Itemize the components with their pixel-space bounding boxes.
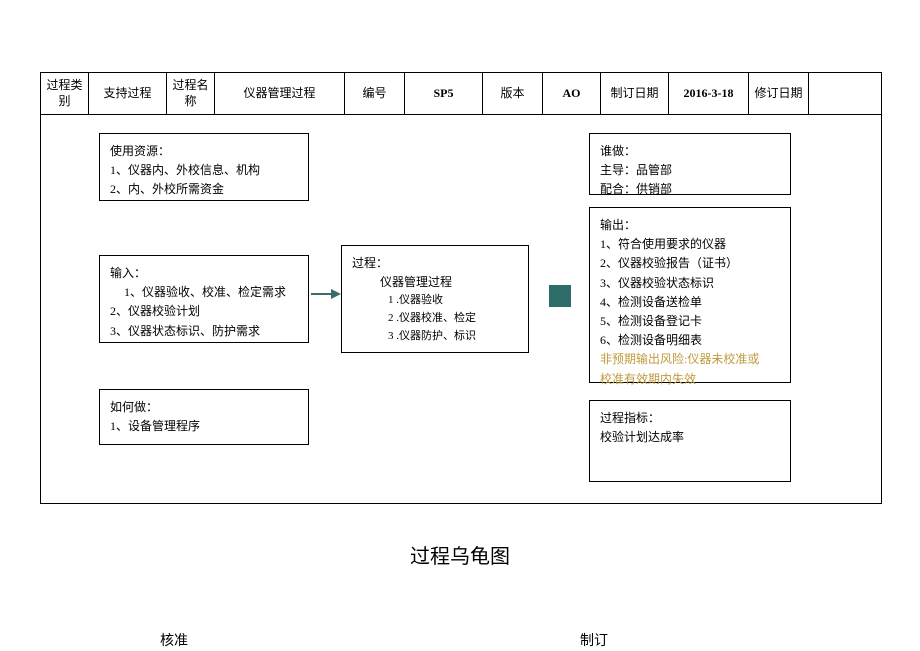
hdr-name-value: 仪器管理过程: [215, 73, 345, 114]
output-l3: 3、仪器校验状态标识: [600, 274, 780, 293]
kpi-l1: 校验计划达成率: [600, 428, 780, 447]
input-title: 输入：: [110, 264, 298, 283]
hdr-date-label: 制订日期: [601, 73, 669, 114]
box-how: 如何做： 1、设备管理程序: [99, 389, 309, 445]
resources-title: 使用资源：: [110, 142, 298, 161]
who-l2: 配合：供销部: [600, 180, 780, 199]
box-kpi: 过程指标： 校验计划达成率: [589, 400, 791, 482]
hdr-rev-label: 修订日期: [749, 73, 809, 114]
output-risk1: 非预期输出风险:仪器未校准或: [600, 350, 780, 369]
box-input: 输入： 1、仪器验收、校准、检定需求 2、仪器校验计划 3、仪器状态标识、防护需…: [99, 255, 309, 343]
proc-l2: 2 .仪器校准、检定: [352, 310, 518, 328]
output-title: 输出：: [600, 216, 780, 235]
input-l1: 1、仪器验收、校准、检定需求: [110, 283, 298, 302]
output-risk2: 校准有效期内失效: [600, 370, 780, 389]
arrow-input-process: [311, 293, 333, 295]
page-title: 过程乌龟图: [0, 540, 920, 569]
main-table: 过程类别 支持过程 过程名称 仪器管理过程 编号 SP5 版本 AO 制订日期 …: [40, 72, 882, 504]
hdr-cat-label: 过程类别: [41, 73, 89, 114]
resources-l2: 2、内、外校所需资金: [110, 180, 298, 199]
box-who: 谁做： 主导：品管部 配合：供销部: [589, 133, 791, 195]
hdr-ver-value: AO: [543, 73, 601, 114]
box-resources: 使用资源： 1、仪器内、外校信息、机构 2、内、外校所需资金: [99, 133, 309, 201]
header-row: 过程类别 支持过程 过程名称 仪器管理过程 编号 SP5 版本 AO 制订日期 …: [41, 73, 881, 115]
hdr-code-label: 编号: [345, 73, 405, 114]
hdr-date-value: 2016-3-18: [669, 73, 749, 114]
output-l1: 1、符合使用要求的仪器: [600, 235, 780, 254]
who-title: 谁做：: [600, 142, 780, 161]
kpi-title: 过程指标：: [600, 409, 780, 428]
output-l5: 5、检测设备登记卡: [600, 312, 780, 331]
proc-l1: 1 .仪器验收: [352, 292, 518, 310]
resources-l1: 1、仪器内、外校信息、机构: [110, 161, 298, 180]
hdr-name-label: 过程名称: [167, 73, 215, 114]
hdr-code-value: SP5: [405, 73, 483, 114]
arrow-head-input-process: [331, 289, 341, 299]
output-l2: 2、仪器校验报告（证书）: [600, 254, 780, 273]
proc-title: 过程：: [352, 254, 518, 273]
proc-l3: 3 .仪器防护、标识: [352, 328, 518, 346]
proc-subtitle: 仪器管理过程: [352, 273, 518, 292]
output-l6: 6、检测设备明细表: [600, 331, 780, 350]
input-l3: 3、仪器状态标识、防护需求: [110, 322, 298, 341]
hdr-rev-value: [809, 73, 881, 114]
input-l2: 2、仪器校验计划: [110, 302, 298, 321]
hdr-cat-value: 支持过程: [89, 73, 167, 114]
how-title: 如何做：: [110, 398, 298, 417]
who-l1: 主导：品管部: [600, 161, 780, 180]
footer-draft: 制订: [580, 630, 608, 650]
connector-square: [549, 285, 571, 307]
box-output: 输出： 1、符合使用要求的仪器 2、仪器校验报告（证书） 3、仪器校验状态标识 …: [589, 207, 791, 383]
footer-approve: 核准: [160, 630, 188, 650]
output-l4: 4、检测设备送检单: [600, 293, 780, 312]
hdr-ver-label: 版本: [483, 73, 543, 114]
body-area: 使用资源： 1、仪器内、外校信息、机构 2、内、外校所需资金 谁做： 主导：品管…: [41, 115, 881, 503]
box-process: 过程： 仪器管理过程 1 .仪器验收 2 .仪器校准、检定 3 .仪器防护、标识: [341, 245, 529, 353]
how-l1: 1、设备管理程序: [110, 417, 298, 436]
